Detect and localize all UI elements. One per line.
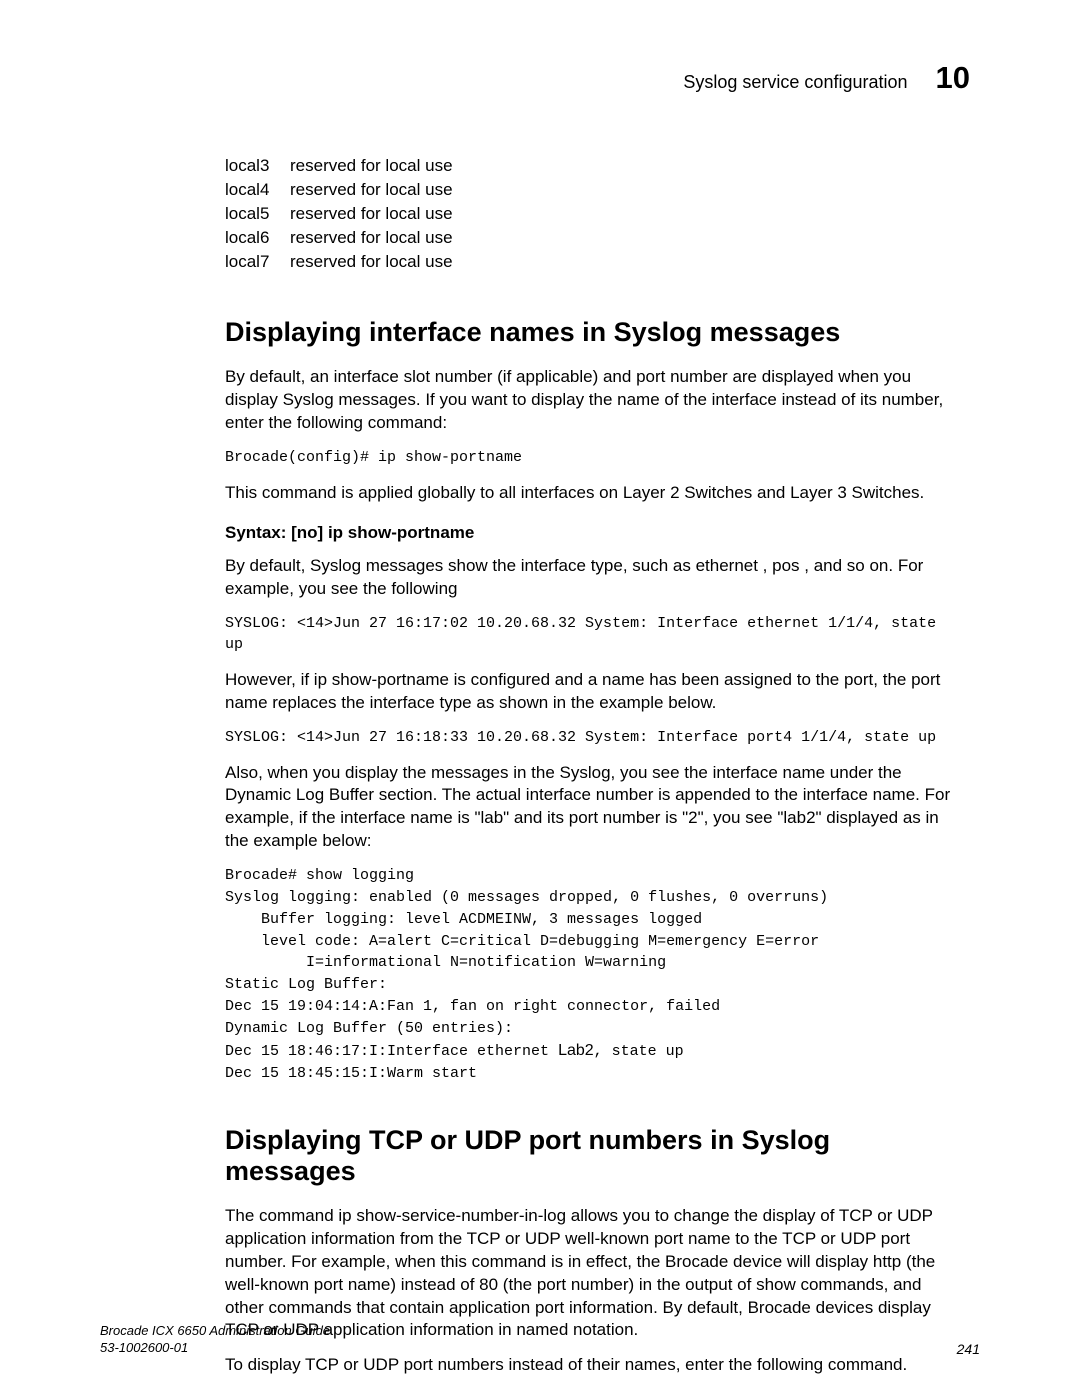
facility-table: local3 reserved for local use local4 res… xyxy=(225,156,960,272)
log-line: Dynamic Log Buffer (50 entries): xyxy=(225,1020,513,1037)
facility-desc: reserved for local use xyxy=(290,252,960,272)
log-line: Syslog logging: enabled (0 messages drop… xyxy=(225,889,828,906)
paragraph: This command is applied globally to all … xyxy=(225,482,960,505)
facility-desc: reserved for local use xyxy=(290,180,960,200)
facility-row: local4 reserved for local use xyxy=(225,180,960,200)
footer-left: Brocade ICX 6650 Administration Guide 53… xyxy=(100,1323,330,1357)
paragraph: By default, Syslog messages show the int… xyxy=(225,555,960,601)
log-lab2: Lab2 xyxy=(558,1042,594,1059)
page-footer: Brocade ICX 6650 Administration Guide 53… xyxy=(100,1323,980,1357)
log-line: Dec 15 18:45:15:I:Warm start xyxy=(225,1065,477,1082)
code-block: Brocade(config)# ip show-portname xyxy=(225,447,960,468)
facility-desc: reserved for local use xyxy=(290,228,960,248)
code-block: SYSLOG: <14>Jun 27 16:17:02 10.20.68.32 … xyxy=(225,613,960,655)
facility-name: local7 xyxy=(225,252,290,272)
facility-name: local4 xyxy=(225,180,290,200)
section-heading-interface-names: Displaying interface names in Syslog mes… xyxy=(225,317,960,348)
facility-name: local3 xyxy=(225,156,290,176)
log-line: I=informational N=notification W=warning xyxy=(225,954,666,971)
paragraph: Also, when you display the messages in t… xyxy=(225,762,960,854)
chapter-number: 10 xyxy=(936,60,970,96)
page-header: Syslog service configuration 10 xyxy=(100,60,980,96)
facility-row: local3 reserved for local use xyxy=(225,156,960,176)
paragraph: The command ip show-service-number-in-lo… xyxy=(225,1205,960,1343)
footer-doc-number: 53-1002600-01 xyxy=(100,1340,330,1357)
page-number: 241 xyxy=(957,1341,980,1357)
facility-desc: reserved for local use xyxy=(290,204,960,224)
log-line: , state up xyxy=(594,1043,684,1060)
facility-name: local5 xyxy=(225,204,290,224)
header-title: Syslog service configuration xyxy=(683,72,907,93)
log-line: Static Log Buffer: xyxy=(225,976,387,993)
facility-row: local6 reserved for local use xyxy=(225,228,960,248)
log-line: Brocade# show logging xyxy=(225,867,414,884)
log-line: Dec 15 19:04:14:A:Fan 1, fan on right co… xyxy=(225,998,720,1015)
log-line: Buffer logging: level ACDMEINW, 3 messag… xyxy=(225,911,702,928)
facility-desc: reserved for local use xyxy=(290,156,960,176)
paragraph: By default, an interface slot number (if… xyxy=(225,366,960,435)
facility-row: local7 reserved for local use xyxy=(225,252,960,272)
syntax-line: Syntax: [no] ip show-portname xyxy=(225,523,960,543)
log-line: level code: A=alert C=critical D=debuggi… xyxy=(225,933,819,950)
page-content: local3 reserved for local use local4 res… xyxy=(225,156,960,1377)
footer-guide-title: Brocade ICX 6650 Administration Guide xyxy=(100,1323,330,1340)
paragraph: To display TCP or UDP port numbers inste… xyxy=(225,1354,960,1377)
code-block: SYSLOG: <14>Jun 27 16:18:33 10.20.68.32 … xyxy=(225,727,960,748)
paragraph: However, if ip show-portname is configur… xyxy=(225,669,960,715)
facility-name: local6 xyxy=(225,228,290,248)
facility-row: local5 reserved for local use xyxy=(225,204,960,224)
log-line: Dec 15 18:46:17:I:Interface ethernet xyxy=(225,1043,558,1060)
log-output-block: Brocade# show logging Syslog logging: en… xyxy=(225,865,960,1085)
section-heading-tcp-udp: Displaying TCP or UDP port numbers in Sy… xyxy=(225,1125,960,1187)
